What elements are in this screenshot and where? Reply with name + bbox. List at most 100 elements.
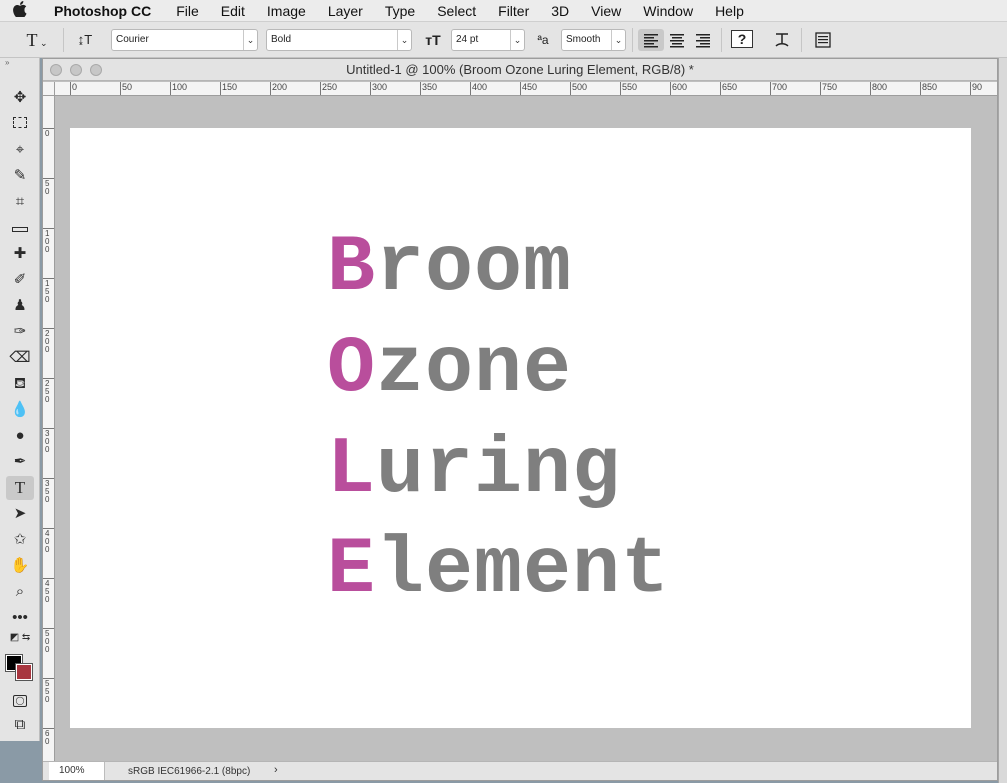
ellipsis-icon: ••• [12,609,28,626]
zoom-level-field[interactable]: 100% [49,762,105,780]
document-window: Untitled-1 @ 100% (Broom Ozone Luring El… [42,58,998,781]
ruler-tick-text: 50 [122,82,133,92]
ruler-tick [820,82,821,95]
background-color-swatch[interactable] [15,663,33,681]
horizontal-ruler[interactable]: 0 50 100 150 200 250 300 350 400 450 500 550 600 650 7… [55,82,997,96]
panel-grip-icon[interactable]: » [0,58,39,68]
text-line-ozone[interactable]: Ozone [327,330,572,410]
text-line-element[interactable]: Element [327,531,670,611]
line-rest: zone [376,324,573,415]
ruler-tick [720,82,721,95]
ruler-tick-text: 400 [45,529,50,554]
dodge-icon: ● [15,427,25,444]
swap-colors-button[interactable]: ◩ ⇆ [6,630,34,646]
lasso-tool[interactable]: ⌖ [6,138,34,162]
ruler-tick-text: 750 [822,82,838,92]
menu-layer[interactable]: Layer [317,3,374,19]
dodge-tool[interactable]: ● [6,424,34,448]
app-name[interactable]: Photoshop CC [40,3,165,19]
font-family-value: Courier [116,34,149,45]
eraser-tool[interactable]: ⌫ [6,346,34,370]
line-rest: lement [376,525,671,616]
menu-image[interactable]: Image [256,3,317,19]
menu-type[interactable]: Type [374,3,426,19]
menu-help[interactable]: Help [704,3,755,19]
history-brush-tool[interactable]: ✑ [6,320,34,344]
align-left-button[interactable] [638,29,664,51]
quick-mask-button[interactable]: ◯ [6,687,34,711]
lasso-icon: ⌖ [15,141,25,158]
align-right-button[interactable] [690,29,716,51]
document-canvas[interactable]: Broom Ozone Luring Element [70,128,971,728]
quick-selection-tool[interactable]: ✎ [6,164,34,188]
swap-colors-icon: ◩ ⇆ [9,632,31,643]
separator [801,28,802,52]
ruler-tick-text: 650 [722,82,738,92]
line-initial: O [327,324,377,415]
font-style-value: Bold [271,34,292,45]
warp-text-button[interactable] [769,29,795,51]
color-profile-info: sRGB IEC61966-2.1 (8bpc) [128,766,251,777]
toggle-orientation-button[interactable]: ↨T [72,29,98,51]
healing-brush-tool[interactable]: ✚ [6,242,34,266]
zoom-tool[interactable]: ⌕ [6,580,34,604]
vertical-ruler[interactable]: 0 50 100 150 200 250 300 350 400 450 500 550 60 [43,96,55,762]
ruler-tick-text: 550 [45,679,50,704]
ruler-tick-text: 0 [45,129,50,138]
crop-tool[interactable]: ⌗ [6,190,34,214]
custom-shape-tool[interactable]: ✩ [6,528,34,552]
ruler-tick [470,82,471,95]
brush-tool[interactable]: ✐ [6,268,34,292]
apple-menu-icon[interactable] [0,0,40,21]
bandage-icon: ✚ [13,245,27,262]
clone-stamp-tool[interactable]: ♟ [6,294,34,318]
warp-text-icon [775,33,789,47]
path-selection-tool[interactable]: ➤ [6,502,34,526]
more-tools-button[interactable]: ••• [6,606,34,630]
text-color-button[interactable]: ? [729,29,755,51]
type-tool-preset-picker[interactable]: T ⌄ [20,29,54,51]
antialias-select[interactable]: Smooth ⌄ [561,29,626,51]
ruler-tick-text: 450 [45,579,50,604]
ruler-tick [670,82,671,95]
chevron-down-icon: ⌄ [37,38,48,48]
menu-edit[interactable]: Edit [210,3,256,19]
menu-file[interactable]: File [165,3,210,19]
ruler-tool[interactable] [6,216,34,240]
text-line-broom[interactable]: Broom [327,229,572,309]
status-menu-arrow-icon[interactable]: › [274,764,278,776]
menu-select[interactable]: Select [426,3,487,19]
menu-filter[interactable]: Filter [487,3,540,19]
font-size-select[interactable]: 24 pt ⌄ [451,29,525,51]
menu-window[interactable]: Window [632,3,704,19]
menu-view[interactable]: View [580,3,632,19]
antialias-icon: ªa [530,29,556,51]
marquee-tool[interactable] [6,112,34,136]
font-size-icon: тT [420,29,446,51]
type-tool[interactable]: T [6,476,34,500]
character-panel-button[interactable] [810,29,836,51]
align-center-button[interactable] [664,29,690,51]
screen-mode-button[interactable]: ⧉ [6,713,34,737]
blur-tool[interactable]: 💧 [6,398,34,422]
ruler-tick-text: 150 [45,279,50,304]
text-line-luring[interactable]: Luring [327,431,621,511]
separator [721,28,722,52]
ruler-tick-text: 850 [922,82,938,92]
move-tool[interactable]: ✥ [6,86,34,110]
type-tool-icon: T [26,30,38,50]
stamp-icon: ♟ [13,297,27,314]
pen-tool[interactable]: ✒ [6,450,34,474]
menu-3d[interactable]: 3D [540,3,580,19]
ruler-tick-text: 250 [322,82,338,92]
canvas-area[interactable]: Broom Ozone Luring Element [56,97,997,759]
font-style-select[interactable]: Bold ⌄ [266,29,412,51]
font-family-select[interactable]: Courier ⌄ [111,29,258,51]
line-initial: E [327,525,377,616]
paint-bucket-tool[interactable]: ⛾ [6,372,34,396]
menu-bar: Photoshop CC File Edit Image Layer Type … [0,0,1007,22]
ruler-tick-text: 500 [572,82,588,92]
ruler-tick-text: 400 [472,82,488,92]
hand-tool[interactable]: ✋ [6,554,34,578]
ruler-origin[interactable] [43,82,55,96]
